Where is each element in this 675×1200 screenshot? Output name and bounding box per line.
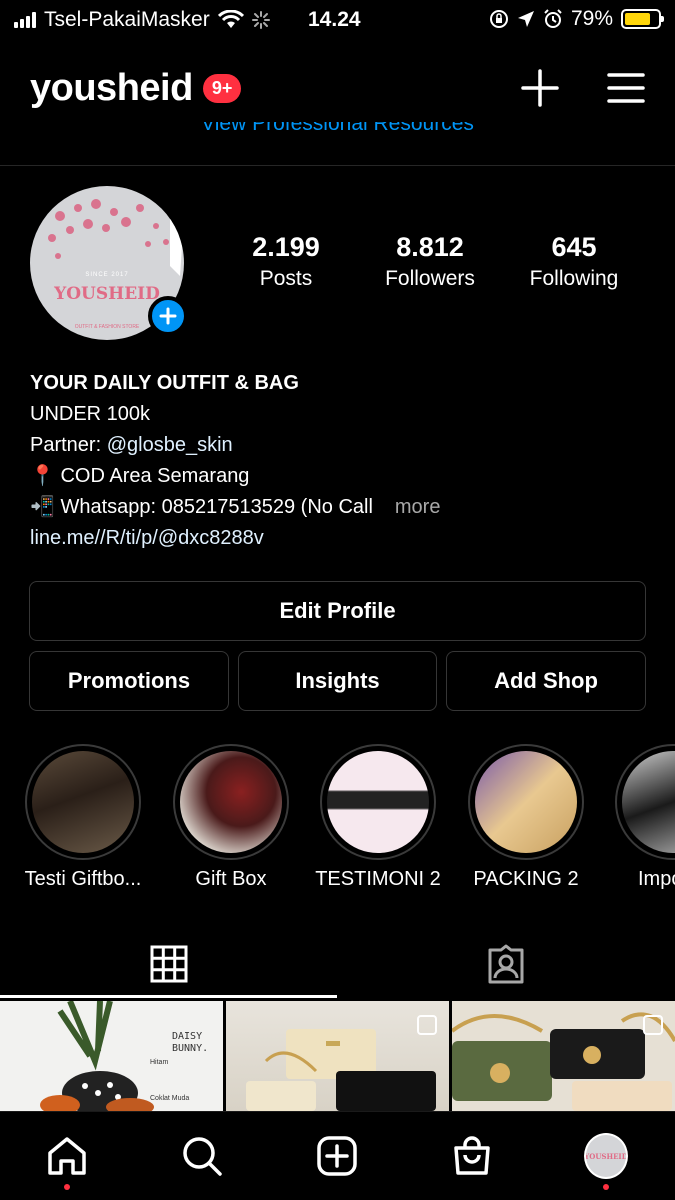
stat-value: 8.812 xyxy=(396,232,464,262)
header-divider xyxy=(0,165,675,166)
carrier-name: Tsel-PakaiMasker xyxy=(44,8,210,31)
tagged-icon xyxy=(488,944,523,984)
home-icon xyxy=(48,1137,86,1175)
menu-icon[interactable] xyxy=(607,72,645,104)
search-icon xyxy=(183,1137,222,1176)
post-thumbnail[interactable]: DAISY BUNNY. Hitam Coklat Muda xyxy=(0,1001,223,1111)
highlight-item[interactable]: TESTIMONI 2 xyxy=(303,744,453,891)
highlight-item[interactable]: Gift Box xyxy=(156,744,306,891)
post-image xyxy=(452,1012,675,1111)
highlight-item[interactable]: ImportS xyxy=(598,744,675,891)
stat-following[interactable]: 645 Following xyxy=(502,232,646,291)
nav-home[interactable] xyxy=(45,1134,89,1190)
nav-create[interactable] xyxy=(315,1134,359,1178)
notification-badge[interactable]: 9+ xyxy=(202,73,242,103)
nav-shop[interactable] xyxy=(450,1134,494,1178)
post-note: Coklat Muda xyxy=(150,1095,190,1102)
stat-value: 645 xyxy=(551,232,597,262)
tab-tagged[interactable] xyxy=(337,930,674,998)
profile-stats: 2.199 Posts 8.812 Followers 645 Followin… xyxy=(214,232,646,291)
profile-avatar[interactable]: SINCE 2017 YOUSHEID OUTFIT & FASHION STO… xyxy=(30,186,188,340)
battery-percent: 79% xyxy=(570,7,613,30)
highlight-cover xyxy=(622,751,675,853)
highlight-label: ImportS xyxy=(637,868,675,890)
edit-profile-button[interactable]: Edit Profile xyxy=(29,581,646,641)
stat-posts[interactable]: 2.199 Posts xyxy=(214,232,358,291)
loading-icon xyxy=(251,11,270,29)
signal-icon xyxy=(14,12,36,28)
highlight-cover xyxy=(327,751,429,853)
profile-tabs xyxy=(0,930,675,1000)
avatar-since: SINCE 2017 xyxy=(85,272,129,278)
notification-dot xyxy=(603,1184,609,1190)
active-tab-indicator xyxy=(0,995,337,998)
bio-whatsapp-line: 📲 Whatsapp: 085217513529 (No Call more xyxy=(30,496,441,518)
post-thumbnail[interactable] xyxy=(226,1001,449,1111)
new-post-icon[interactable] xyxy=(521,69,559,107)
bio-more-link[interactable]: more xyxy=(395,496,441,518)
highlight-item[interactable]: PACKING 2 xyxy=(451,744,601,891)
add-story-button[interactable] xyxy=(148,296,188,336)
tab-posts-grid[interactable] xyxy=(0,930,337,998)
grid-icon xyxy=(150,945,187,983)
profile-bio: YOUR DAILY OUTFIT & BAG UNDER 100k Partn… xyxy=(30,368,650,554)
profile-header: yousheid 9+ xyxy=(30,58,645,118)
highlight-item[interactable]: Testi Giftbo... xyxy=(8,744,158,891)
post-caption: DAISY BUNNY. xyxy=(172,1031,209,1054)
battery-icon xyxy=(621,9,664,29)
highlight-label: Gift Box xyxy=(195,868,267,890)
pro-resources-link[interactable]: View Professional Resources xyxy=(0,122,675,144)
add-shop-button[interactable]: Add Shop xyxy=(446,651,646,711)
bio-partner: Partner: @glosbe_skin xyxy=(30,434,233,456)
status-time: 14.24 xyxy=(308,8,361,31)
stat-followers[interactable]: 8.812 Followers xyxy=(358,232,502,291)
post-image xyxy=(40,1001,154,1111)
nav-profile[interactable]: YOUSHEID xyxy=(584,1133,628,1190)
post-thumbnail[interactable] xyxy=(452,1001,675,1111)
partner-handle-link[interactable]: @glosbe_skin xyxy=(107,434,233,456)
highlight-label: PACKING 2 xyxy=(473,868,579,890)
post-image xyxy=(246,1029,436,1111)
profile-avatar-small: YOUSHEID xyxy=(584,1133,628,1179)
username[interactable]: yousheid xyxy=(30,67,193,110)
location-icon xyxy=(517,11,534,27)
highlight-cover xyxy=(180,751,282,853)
plus-icon xyxy=(159,307,177,325)
alarm-icon xyxy=(544,9,562,28)
bio-line: UNDER 100k xyxy=(30,403,151,425)
shopping-bag-icon xyxy=(454,1136,490,1175)
highlight-label: Testi Giftbo... xyxy=(24,868,142,890)
highlight-cover xyxy=(475,751,577,853)
stat-label: Following xyxy=(529,267,619,290)
bottom-navigation: YOUSHEID xyxy=(0,1111,675,1200)
stat-label: Posts xyxy=(259,267,313,290)
bio-website-link[interactable]: line.me//R/ti/p/@dxc8288v xyxy=(30,523,650,554)
nav-search[interactable] xyxy=(180,1134,224,1178)
promotions-button[interactable]: Promotions xyxy=(29,651,229,711)
bio-line: 📍 COD Area Semarang xyxy=(30,465,250,487)
insights-button[interactable]: Insights xyxy=(238,651,437,711)
wifi-icon xyxy=(217,10,244,28)
post-grid: DAISY BUNNY. Hitam Coklat Muda xyxy=(0,1001,675,1111)
bio-name: YOUR DAILY OUTFIT & BAG xyxy=(30,372,299,394)
notification-dot xyxy=(64,1184,70,1190)
stat-label: Followers xyxy=(385,267,475,290)
post-note: Hitam xyxy=(150,1059,169,1066)
carousel-icon xyxy=(643,1015,663,1035)
story-highlights: Testi Giftbo... Gift Box TESTIMONI 2 PAC… xyxy=(0,744,675,894)
status-bar: Tsel-PakaiMasker 14.24 79% xyxy=(0,0,675,40)
carousel-icon xyxy=(417,1015,437,1035)
create-icon xyxy=(317,1136,357,1176)
stat-value: 2.199 xyxy=(252,232,320,262)
highlight-cover xyxy=(32,751,134,853)
highlight-label: TESTIMONI 2 xyxy=(315,868,441,890)
rotation-lock-icon xyxy=(489,10,508,28)
